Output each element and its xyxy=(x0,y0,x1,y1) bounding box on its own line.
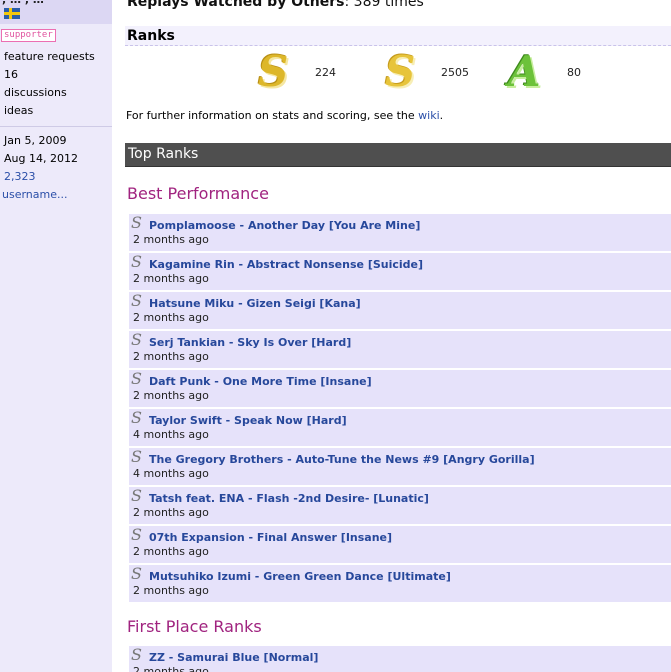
beatmap-link[interactable]: Kagamine Rin - Abstract Nonsense [Suicid… xyxy=(149,258,423,271)
last-active-date: Aug 14, 2012 xyxy=(4,152,78,165)
best-performance-title: Best Performance xyxy=(127,184,269,203)
silver-s-rank-icon: S xyxy=(131,252,142,271)
wiki-link[interactable]: wiki xyxy=(418,109,439,122)
sidebar: , … , … supporter feature requests 16 di… xyxy=(0,0,112,672)
score-row: S Tatsh feat. ENA - Flash -2nd Desire- [L… xyxy=(129,487,671,525)
score-time: 4 months ago xyxy=(133,467,209,480)
replays-value: : 389 times xyxy=(344,0,424,10)
sidebar-divider xyxy=(0,126,112,127)
silver-s-rank-icon: S xyxy=(131,369,142,388)
stats-info-text: For further information on stats and sco… xyxy=(126,109,443,122)
join-date: Jan 5, 2009 xyxy=(4,134,67,147)
silver-s-rank-icon: S xyxy=(131,486,142,505)
silver-s-rank-icon: S xyxy=(131,447,142,466)
sweden-flag-icon xyxy=(4,8,20,19)
beatmap-link[interactable]: Tatsh feat. ENA - Flash -2nd Desire- [Lu… xyxy=(149,492,429,505)
silver-s-rank-icon: S xyxy=(131,645,142,664)
beatmap-link[interactable]: Pomplamoose - Another Day [You Are Mine] xyxy=(149,219,420,232)
supporter-badge: supporter xyxy=(1,29,56,42)
a-grade-icon: A xyxy=(508,47,541,96)
score-time: 2 months ago xyxy=(133,545,209,558)
score-row: S Hatsune Miku - Gizen Seigi [Kana] 2 mont… xyxy=(129,292,671,330)
score-row: S Mutsuhiko Izumi - Green Green Dance [Ul… xyxy=(129,565,671,603)
beatmap-link[interactable]: The Gregory Brothers - Auto-Tune the New… xyxy=(149,453,535,466)
score-row: S Kagamine Rin - Abstract Nonsense [Suici… xyxy=(129,253,671,291)
sidebar-item-ideas[interactable]: ideas xyxy=(4,104,33,117)
stats-info-prefix: For further information on stats and sco… xyxy=(126,109,419,122)
beatmap-link[interactable]: Taylor Swift - Speak Now [Hard] xyxy=(149,414,347,427)
beatmap-link[interactable]: Serj Tankian - Sky Is Over [Hard] xyxy=(149,336,351,349)
stats-info-suffix: . xyxy=(439,109,444,122)
sidebar-user-header: , … , … xyxy=(0,0,112,24)
main-content: Replays Watched by Others: 389 times Ran… xyxy=(125,0,671,672)
ranks-header: Ranks xyxy=(125,26,671,46)
score-row: S Daft Punk - One More Time [Insane] 2 mon… xyxy=(129,370,671,408)
silver-s-rank-icon: S xyxy=(131,408,142,427)
score-time: 2 months ago xyxy=(133,584,209,597)
grade-count-a: 80 xyxy=(567,66,581,79)
gold-s-grade-icon: S xyxy=(385,47,416,96)
silver-s-rank-icon: S xyxy=(131,291,142,310)
beatmap-link[interactable]: ZZ - Samurai Blue [Normal] xyxy=(149,651,318,664)
score-row: S The Gregory Brothers - Auto-Tune the Ne… xyxy=(129,448,671,486)
score-row: S 07th Expansion - Final Answer [Insane] 2… xyxy=(129,526,671,564)
sidebar-partial-text: , … , … xyxy=(2,0,44,6)
first-place-ranks-title: First Place Ranks xyxy=(127,617,262,636)
replays-label: Replays Watched by Others xyxy=(127,0,345,10)
score-time: 2 months ago xyxy=(133,506,209,519)
sidebar-item-feature-requests[interactable]: feature requests xyxy=(4,50,95,63)
score-time: 2 months ago xyxy=(133,311,209,324)
beatmap-link[interactable]: Hatsune Miku - Gizen Seigi [Kana] xyxy=(149,297,361,310)
score-row: S Serj Tankian - Sky Is Over [Hard] 2 mont… xyxy=(129,331,671,369)
top-ranks-header: Top Ranks xyxy=(125,143,671,167)
score-time: 2 months ago xyxy=(133,389,209,402)
beatmap-link[interactable]: 07th Expansion - Final Answer [Insane] xyxy=(149,531,392,544)
silver-ss-grade-icon: S xyxy=(258,47,289,96)
grade-count-s: 2505 xyxy=(441,66,469,79)
replays-watched-stat: Replays Watched by Others: 389 times xyxy=(127,0,424,10)
top-ranks-title: Top Ranks xyxy=(128,146,199,162)
count-link[interactable]: 2,323 xyxy=(4,170,36,183)
username-link[interactable]: username... xyxy=(2,188,67,201)
beatmap-link[interactable]: Daft Punk - One More Time [Insane] xyxy=(149,375,372,388)
silver-s-rank-icon: S xyxy=(131,330,142,349)
score-row: S Pomplamoose - Another Day [You Are Mine… xyxy=(129,214,671,252)
score-time: 2 months ago xyxy=(133,665,209,672)
silver-s-rank-icon: S xyxy=(131,525,142,544)
beatmap-link[interactable]: Mutsuhiko Izumi - Green Green Dance [Ult… xyxy=(149,570,451,583)
score-time: 2 months ago xyxy=(133,272,209,285)
score-time: 4 months ago xyxy=(133,428,209,441)
sidebar-item-count[interactable]: 16 xyxy=(4,68,18,81)
ranks-title: Ranks xyxy=(127,28,175,44)
score-row: S ZZ - Samurai Blue [Normal] 2 months ago xyxy=(129,646,671,672)
score-time: 2 months ago xyxy=(133,350,209,363)
silver-s-rank-icon: S xyxy=(131,564,142,583)
sidebar-item-discussions[interactable]: discussions xyxy=(4,86,67,99)
grade-count-ss: 224 xyxy=(315,66,336,79)
silver-s-rank-icon: S xyxy=(131,213,142,232)
score-row: S Taylor Swift - Speak Now [Hard] 4 months… xyxy=(129,409,671,447)
score-time: 2 months ago xyxy=(133,233,209,246)
